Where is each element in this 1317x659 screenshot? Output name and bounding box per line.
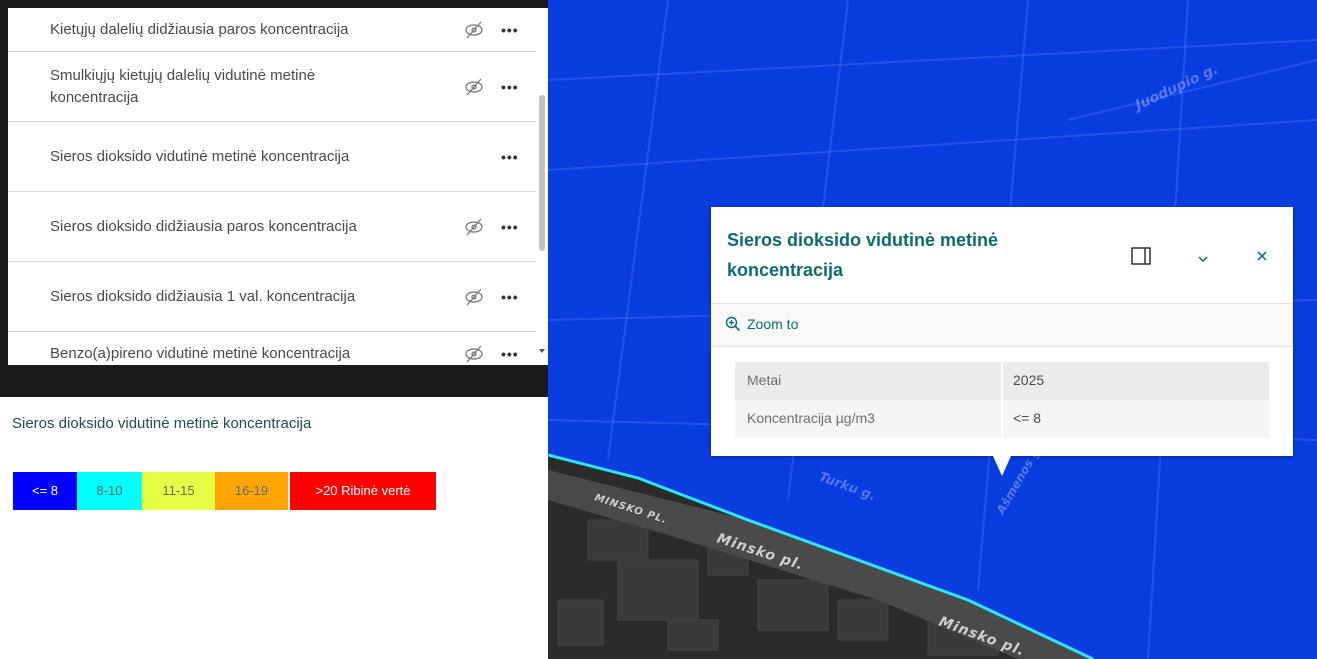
more-options-button[interactable]: ••• [501,289,519,305]
popup-divider [711,346,1293,347]
dock-icon [1131,247,1151,265]
layer-title: Sieros dioksido didžiausia paros koncent… [50,217,357,235]
close-icon [1257,251,1267,261]
legend-class-swatch: 8-10 [77,472,142,510]
more-options-button[interactable]: ••• [501,79,519,95]
attribute-key: Koncentracija µg/m3 [747,410,875,426]
layer-title: Benzo(a)pireno vidutinė metinė koncentra… [50,345,351,362]
more-options-button[interactable]: ••• [501,22,519,38]
legend-class-swatch: <= 8 [13,472,77,510]
layer-title: Sieros dioksido didžiausia 1 val. koncen… [50,287,356,305]
layer-item[interactable]: Sieros dioksido didžiausia 1 val. koncen… [8,262,536,332]
layer-item[interactable]: Benzo(a)pireno vidutinė metinė koncentra… [8,332,536,365]
zoom-to-label: Zoom to [747,316,799,332]
layer-list-panel: Kietųjų dalelių didžiausia paros koncent… [8,8,548,365]
more-options-button[interactable]: ••• [501,149,519,165]
layer-title: Kietųjų dalelių didžiausia paros koncent… [50,20,349,38]
legend-class-swatch: >20 Ribinė vertė [290,472,436,510]
attribute-key: Metai [747,372,782,388]
eye-hidden-icon[interactable] [463,345,485,363]
more-options-button[interactable]: ••• [501,346,519,362]
scroll-down-arrow-icon[interactable] [539,349,545,353]
eye-hidden-icon[interactable] [463,288,485,306]
zoom-in-icon [725,316,741,332]
close-button[interactable] [1256,249,1268,267]
eye-hidden-icon[interactable] [463,21,485,39]
attribute-separator [1001,400,1003,438]
legend-panel: Sieros dioksido vidutinė metinė koncentr… [0,397,548,659]
attribute-row: Koncentracija µg/m3 <= 8 [735,400,1269,438]
layer-item[interactable]: Sieros dioksido didžiausia paros koncent… [8,192,536,262]
scrollbar-thumb[interactable] [539,95,545,251]
attribute-separator [1001,362,1003,400]
attribute-value: 2025 [1013,372,1045,388]
attribute-value: <= 8 [1013,410,1042,426]
popup-pointer [993,456,1011,476]
more-options-button[interactable]: ••• [501,219,519,235]
legend-title: Sieros dioksido vidutinė metinė koncentr… [12,415,312,432]
eye-hidden-icon[interactable] [463,78,485,96]
legend-class-swatch: 16-19 [215,472,288,510]
layer-title: Sieros dioksido vidutinė metinė koncentr… [50,147,350,165]
collapse-button[interactable] [1197,251,1209,269]
feature-popup: Sieros dioksido vidutinė metinė koncentr… [711,207,1293,456]
layer-title: Smulkiųjų kietųjų dalelių vidutinė metin… [50,66,316,106]
chevron-down-icon [1198,256,1208,263]
legend-class-swatch: 11-15 [142,472,215,510]
layer-item[interactable]: Sieros dioksido vidutinė metinė koncentr… [8,122,536,192]
attribute-row: Metai 2025 [735,362,1269,400]
dock-button[interactable] [1131,247,1151,270]
popup-title: Sieros dioksido vidutinė metinė koncentr… [727,230,999,280]
layer-item[interactable]: Smulkiųjų kietųjų dalelių vidutinė metin… [8,52,536,122]
layer-item[interactable]: Kietųjų dalelių didžiausia paros koncent… [8,8,536,52]
popup-action-bar: Zoom to [711,304,1293,346]
zoom-to-button[interactable]: Zoom to [725,316,798,332]
eye-hidden-icon[interactable] [463,218,485,236]
